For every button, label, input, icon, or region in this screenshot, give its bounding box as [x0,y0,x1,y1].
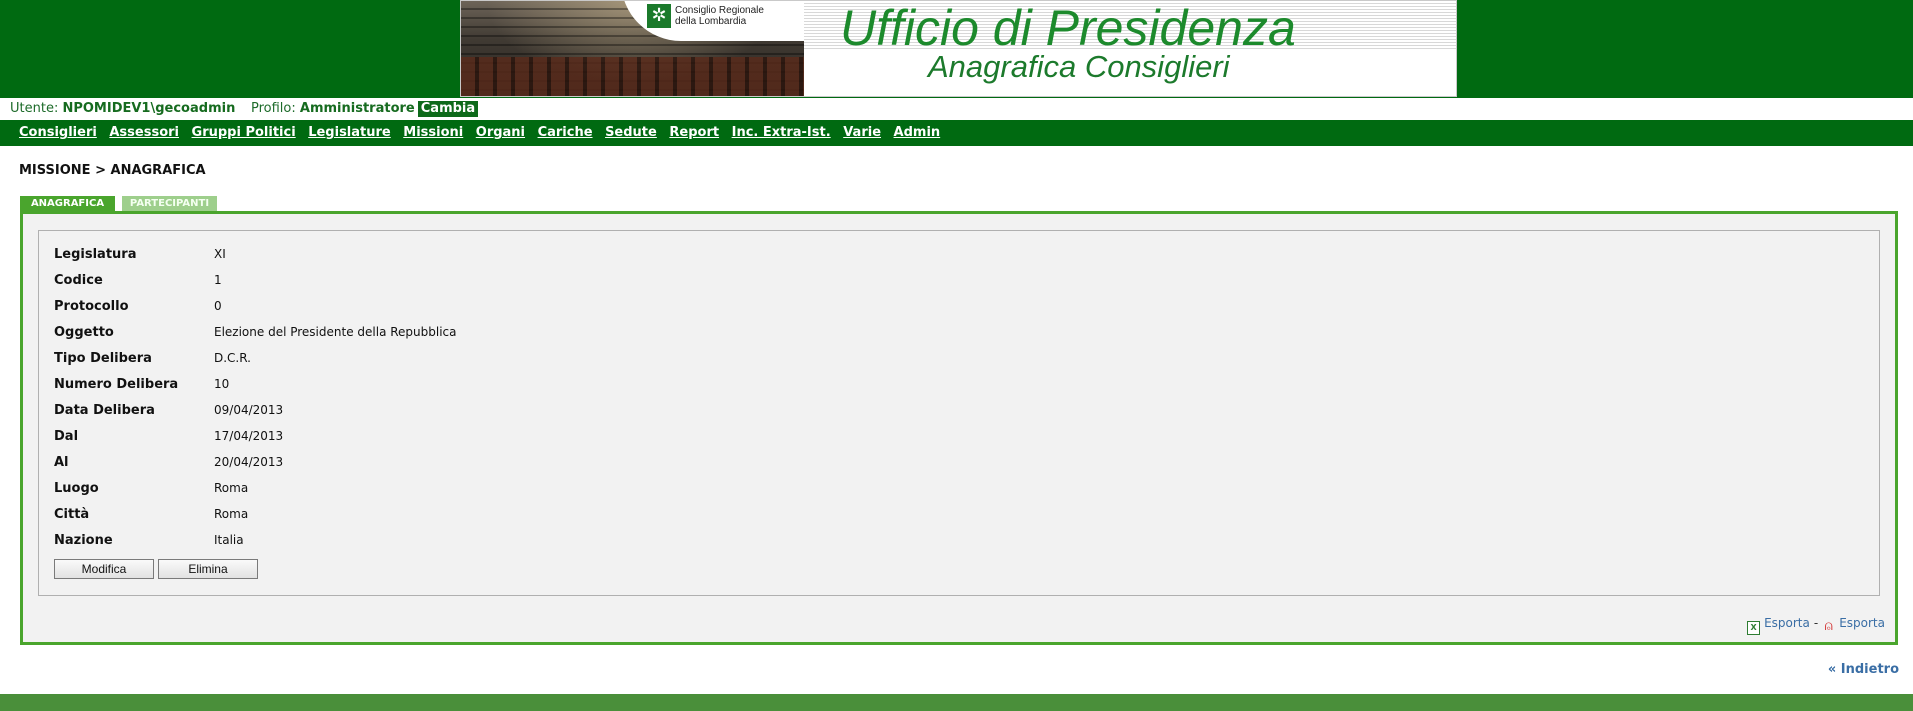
nav-consiglieri[interactable]: Consiglieri [19,125,97,140]
detail-value: 17/04/2013 [214,429,284,443]
header-banner: ✲ Consiglio Regionale della Lombardia Uf… [0,0,1913,98]
app-subtitle: Anagrafica Consiglieri [928,49,1230,84]
detail-row-oggetto: Oggetto Elezione del Presidente della Rep… [54,322,457,342]
detail-row-al: Al 20/04/2013 [54,452,283,472]
nav-missioni[interactable]: Missioni [403,125,463,140]
logo-text: Consiglio Regionale della Lombardia [675,5,764,27]
excel-icon[interactable]: X [1747,621,1761,635]
detail-label: Nazione [54,533,113,548]
detail-row-legislatura: Legislatura XI [54,244,226,264]
breadcrumb: MISSIONE > ANAGRAFICA [19,163,206,178]
detail-label: Dal [54,429,79,444]
user-bar: Utente: NPOMIDEV1\gecoadmin Profilo: Amm… [0,100,1913,118]
detail-value: 09/04/2013 [214,403,284,417]
delete-button[interactable]: Elimina [158,559,258,579]
nav-inc-extra-ist[interactable]: Inc. Extra-Ist. [732,125,831,140]
detail-value: Roma [214,507,249,521]
detail-row-citta: Città Roma [54,504,248,524]
nav-organi[interactable]: Organi [476,125,525,140]
detail-row-protocollo: Protocollo 0 [54,296,222,316]
council-hall-photo: ✲ Consiglio Regionale della Lombardia [461,1,804,96]
detail-label: Legislatura [54,247,137,262]
nav-sedute[interactable]: Sedute [605,125,657,140]
detail-value: XI [214,247,226,261]
nav-cariche[interactable]: Cariche [538,125,593,140]
back-link[interactable]: « Indietro [1828,662,1899,677]
main-nav: Consiglieri Assessori Gruppi Politici Le… [0,120,1913,146]
export-links: X Esporta - ⍝ Esporta [1747,615,1885,635]
detail-row-tipo-delibera: Tipo Delibera D.C.R. [54,348,251,368]
detail-row-codice: Codice 1 [54,270,222,290]
tab-anagrafica[interactable]: ANAGRAFICA [20,196,115,211]
detail-value: 20/04/2013 [214,455,284,469]
banner-image: ✲ Consiglio Regionale della Lombardia Uf… [460,0,1457,97]
logo-icon: ✲ [647,4,671,28]
detail-value: Italia [214,533,244,547]
profile-label: Profilo: [251,101,296,116]
detail-row-dal: Dal 17/04/2013 [54,426,283,446]
detail-row-nazione: Nazione Italia [54,530,244,550]
detail-row-data-delibera: Data Delibera 09/04/2013 [54,400,283,420]
detail-label: Al [54,455,69,470]
detail-row-luogo: Luogo Roma [54,478,248,498]
footer-bar [0,694,1913,711]
detail-panel: Legislatura XI Codice 1 Protocollo 0 Oggett… [20,211,1898,645]
nav-admin[interactable]: Admin [894,125,941,140]
detail-label: Codice [54,273,103,288]
user-label: Utente: [10,101,59,116]
edit-button[interactable]: Modifica [54,559,154,579]
detail-label: Numero Delibera [54,377,179,392]
detail-value: Roma [214,481,249,495]
tab-partecipanti[interactable]: PARTECIPANTI [122,196,217,211]
detail-label: Oggetto [54,325,114,340]
nav-assessori[interactable]: Assessori [109,125,179,140]
profile-value: Amministratore [299,101,415,116]
detail-label: Data Delibera [54,403,155,418]
detail-label: Città [54,507,90,522]
export-excel-link[interactable]: Esporta [1764,616,1810,630]
nav-gruppi-politici[interactable]: Gruppi Politici [192,125,296,140]
user-value: NPOMIDEV1\gecoadmin [62,101,236,116]
export-separator: - [1813,616,1819,630]
detail-label: Tipo Delibera [54,351,152,366]
detail-row-numero-delibera: Numero Delibera 10 [54,374,229,394]
nav-legislature[interactable]: Legislature [308,125,391,140]
detail-value: Elezione del Presidente della Repubblica [214,325,457,339]
detail-value: 1 [214,273,222,287]
detail-label: Luogo [54,481,99,496]
export-pdf-link[interactable]: Esporta [1839,616,1885,630]
pdf-icon[interactable]: ⍝ [1822,619,1835,633]
detail-fieldset: Legislatura XI Codice 1 Protocollo 0 Oggett… [38,230,1880,596]
change-profile-link[interactable]: Cambia [417,101,479,117]
nav-varie[interactable]: Varie [843,125,881,140]
detail-label: Protocollo [54,299,129,314]
detail-value: D.C.R. [214,351,251,365]
detail-value: 10 [214,377,230,391]
nav-report[interactable]: Report [669,125,719,140]
detail-value: 0 [214,299,222,313]
